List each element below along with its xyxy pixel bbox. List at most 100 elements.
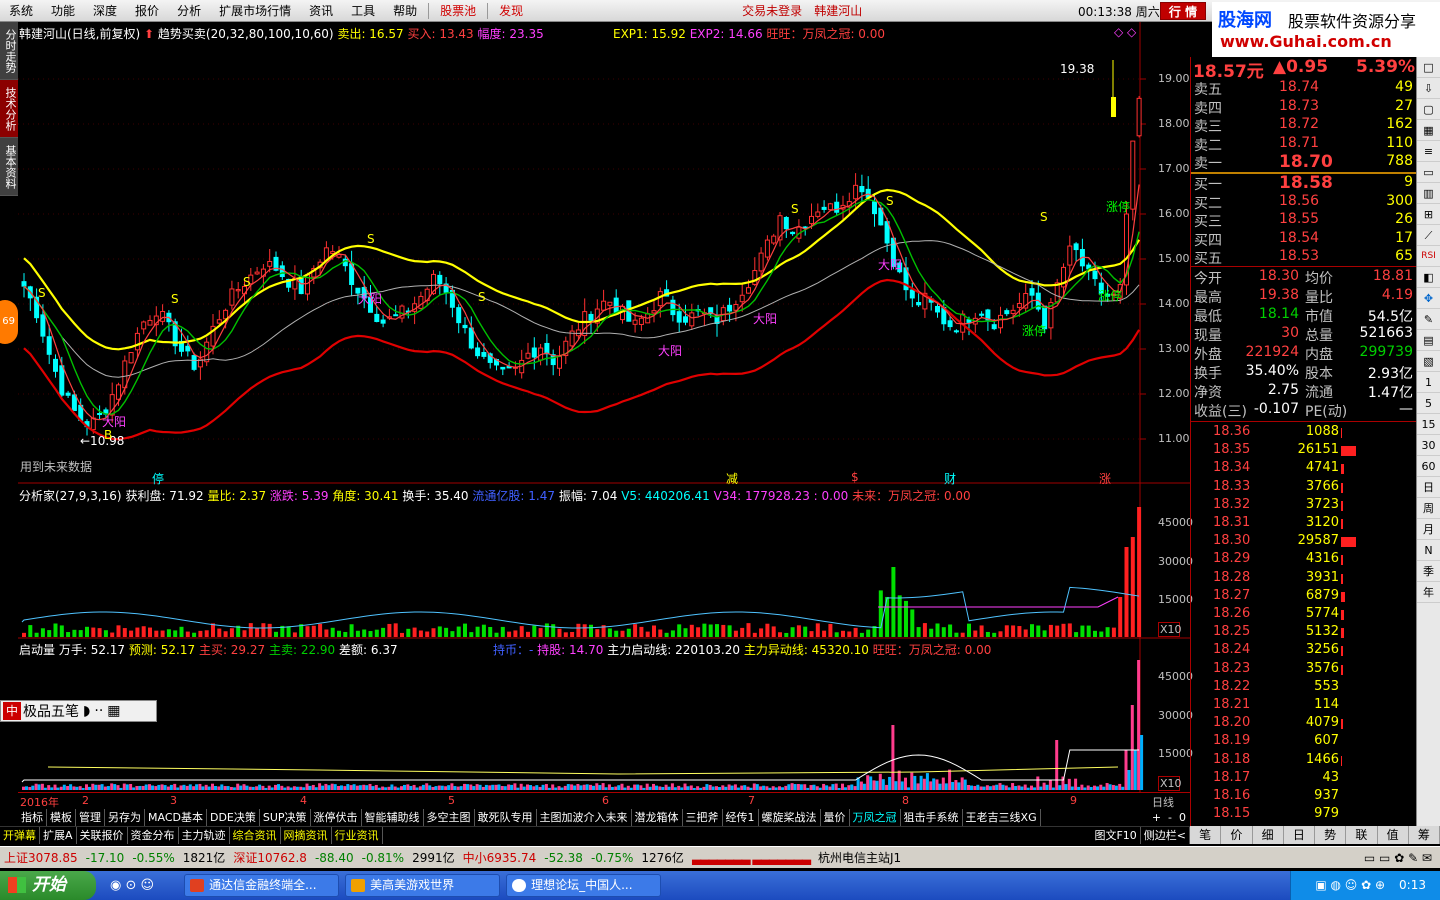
login-status[interactable]: 交易未登录 [736,2,808,19]
tab-sidebar[interactable]: 侧边栏< [1141,827,1190,844]
tab-limitup[interactable]: 涨停伏击 [311,808,362,826]
depth-row[interactable]: 18.34 4741 [1191,460,1417,479]
tab-threeaxe[interactable]: 三把斧 [683,808,723,826]
rtab-chips[interactable]: 筹 [1409,826,1440,844]
start-button[interactable]: 开始 [0,871,96,900]
period-60[interactable]: 60 [1417,456,1440,477]
bid-row[interactable]: 买二 18.56 300 [1191,193,1417,212]
depth-row[interactable]: 18.18 1466 [1191,752,1417,771]
depth-row[interactable]: 18.29 4316 [1191,551,1417,570]
tab-wave[interactable]: 主图加波介入未来 [537,808,632,826]
tab-related[interactable]: 关联报价 [77,827,128,844]
tab-smartline[interactable]: 智能辅助线 [362,808,424,826]
toolbar-icon[interactable]: ⇩ [1417,78,1440,99]
depth-row[interactable]: 18.21 114 [1191,697,1417,716]
quote-mode-button[interactable]: 行 情 [1160,2,1206,20]
menu-news[interactable]: 资讯 [300,2,342,19]
move-icon[interactable]: ✥ [1417,288,1440,309]
chart-area[interactable]: 韩建河山(日线,前复权) ⬆ 趋势买卖(20,32,80,100,10,60) … [18,22,1193,792]
tab-volprice[interactable]: 量价 [821,808,850,826]
tab-newsall[interactable]: 综合资讯 [230,827,281,844]
menu-tools[interactable]: 工具 [342,2,384,19]
task-tdx[interactable]: 通达信金融终端全... [184,874,340,897]
event-marker[interactable]: 停 [152,470,164,487]
period-year[interactable]: 年 [1417,582,1440,603]
event-marker[interactable]: $ [851,470,859,484]
task-game[interactable]: 美高美游戏世界 [345,874,501,897]
tab-macd[interactable]: MACD基本 [145,808,207,826]
depth-row[interactable]: 18.27 6879 [1191,588,1417,607]
panel2-name[interactable]: 分析家(27,9,3,16) [19,489,122,503]
menu-function[interactable]: 功能 [42,2,84,19]
tab-jingchuan[interactable]: 经传1 [723,808,759,826]
toolbar-icon[interactable]: ⟋ [1417,225,1440,246]
floating-orb[interactable]: 69 [0,300,18,344]
menu-discover[interactable]: 发现 [490,2,532,19]
depth-row[interactable]: 18.33 3766 [1191,479,1417,498]
menu-system[interactable]: 系统 [0,2,42,19]
tray-icons[interactable]: ▣ ◍ ☺ ✿ ⊕ [1315,878,1385,892]
tab-longshort[interactable]: 多空主图 [424,808,475,826]
period-month[interactable]: 月 [1417,519,1440,540]
period-week[interactable]: 周 [1417,498,1440,519]
tab-funds[interactable]: 资金分布 [128,827,179,844]
tab-propeller[interactable]: 螺旋桨战法 [759,808,821,826]
toolbar-icon[interactable]: ▭ [1417,162,1440,183]
period-1[interactable]: 1 [1417,372,1440,393]
depth-row[interactable]: 18.28 3931 [1191,570,1417,589]
menu-quote[interactable]: 报价 [126,2,168,19]
ask-row[interactable]: 卖五 18.74 49 [1191,79,1417,98]
rtab-detail[interactable]: 细 [1253,826,1284,844]
rtab-trend[interactable]: 势 [1315,826,1347,844]
ime-bar[interactable]: 中 极品五笔 ◗ ·· ▦ [0,700,157,722]
depth-row[interactable]: 18.36 1088 [1191,424,1417,443]
depth-row[interactable]: 18.17 43 [1191,770,1417,789]
toolbar-icon[interactable]: ◧ [1417,267,1440,288]
pen-icon[interactable]: ✎ [1417,309,1440,330]
bid-row[interactable]: 买一 18.58 9 [1191,173,1417,193]
server-name[interactable]: 杭州电信主站J1 [814,849,905,866]
menu-depth[interactable]: 深度 [84,2,126,19]
quicklaunch-icons[interactable]: ◉ ⊙ ☺ [110,878,154,893]
depth-row[interactable]: 18.26 5774 [1191,606,1417,625]
tab-sniper[interactable]: 狙击手系统 [901,808,963,826]
rsi-icon[interactable]: RSI [1417,246,1440,267]
period-30[interactable]: 30 [1417,435,1440,456]
depth-row[interactable]: 18.22 553 [1191,679,1417,698]
menu-stock-pool[interactable]: 股票池 [431,2,485,19]
depth-row[interactable]: 18.32 3723 [1191,497,1417,516]
depth-row[interactable]: 18.30 29587 [1191,533,1417,552]
toolbar-icon[interactable]: ▧ [1417,351,1440,372]
zx-index[interactable]: 中小6935.74 [459,849,541,866]
period-n[interactable]: N [1417,540,1440,561]
tab-manage[interactable]: 管理 [76,808,105,826]
depth-row[interactable]: 18.35 26151 [1191,442,1417,461]
tab-wanfeng[interactable]: 万凤之冠 [850,808,901,826]
tab-wanglaoji[interactable]: 王老吉三线XG [963,808,1041,826]
depth-row[interactable]: 18.31 3120 [1191,515,1417,534]
toolbar-icon[interactable]: ▦ [1417,120,1440,141]
tab-intraday[interactable]: 分时走势 [0,22,18,80]
ask-row[interactable]: 卖二 18.71 110 [1191,135,1417,154]
depth-row[interactable]: 18.19 607 [1191,733,1417,752]
tab-controls[interactable]: + - 0 [1148,811,1190,824]
menu-help[interactable]: 帮助 [384,2,426,19]
depth-row[interactable]: 18.15 979 [1191,806,1417,825]
period-15[interactable]: 15 [1417,414,1440,435]
period-5[interactable]: 5 [1417,393,1440,414]
rtab-value[interactable]: 值 [1378,826,1409,844]
tab-sup[interactable]: SUP决策 [260,808,311,826]
period-day[interactable]: 日 [1417,477,1440,498]
indicator-name[interactable]: 趋势买卖(20,32,80,100,10,60) [158,27,334,41]
depth-row[interactable]: 18.24 3256 [1191,642,1417,661]
tab-newsdigest[interactable]: 网摘资讯 [281,827,332,844]
keyboard-icon[interactable]: ▦ [107,703,120,719]
depth-row[interactable]: 18.25 5132 [1191,624,1417,643]
punct-icon[interactable]: ·· [94,703,103,719]
kline-chart-svg[interactable] [18,22,1190,792]
tab-dare[interactable]: 敢死队专用 [475,808,537,826]
period-season[interactable]: 季 [1417,561,1440,582]
status-icons[interactable]: ▭ ▭ ✿ ✎ ✉ [1364,851,1440,865]
tab-maintrack[interactable]: 主力轨迹 [179,827,230,844]
rtab-link[interactable]: 联 [1346,826,1378,844]
